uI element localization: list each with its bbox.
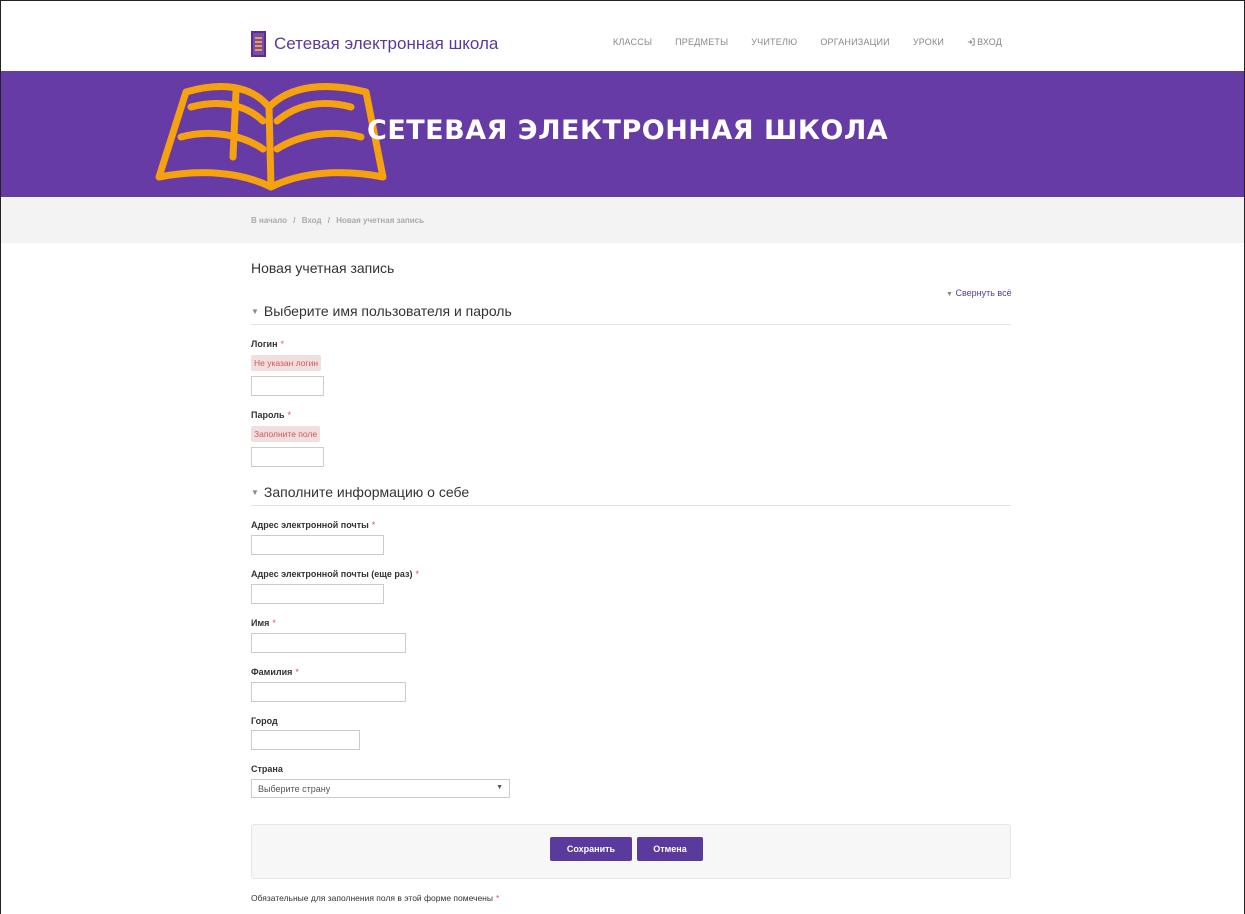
lastname-label: Фамилия * — [251, 667, 299, 677]
caret-down-icon: ▼ — [251, 487, 259, 497]
hero-banner: СЕТЕВАЯ ЭЛЕКТРОННАЯ ШКОЛА — [1, 71, 1244, 197]
login-label: ВХОД — [977, 37, 1003, 47]
nav-item-organizations[interactable]: ОРГАНИЗАЦИИ — [820, 37, 889, 47]
country-label: Страна — [251, 764, 283, 774]
open-book-icon — [155, 83, 387, 191]
firstname-input[interactable] — [251, 633, 406, 653]
firstname-label-text: Имя — [251, 618, 270, 628]
section-about-title: Заполните информацию о себе — [263, 484, 470, 500]
required-marker: * — [287, 410, 292, 420]
section-divider — [251, 505, 1011, 506]
cancel-button[interactable]: Отмена — [637, 837, 703, 861]
password-error: Заполните поле — [251, 426, 321, 442]
caret-down-icon: ▼ — [251, 306, 259, 316]
nav-item-teacher[interactable]: УЧИТЕЛЮ — [751, 37, 797, 47]
sign-in-icon — [967, 38, 975, 46]
page-title: Новая учетная запись — [251, 260, 395, 276]
caret-down-icon: ▼ — [946, 291, 953, 298]
email-repeat-label: Адрес электронной почты (еще раз) * — [251, 569, 419, 579]
save-button[interactable]: Сохранить — [550, 837, 632, 861]
email-input[interactable] — [251, 535, 384, 555]
section-credentials-title: Выберите имя пользователя и пароль — [263, 303, 512, 319]
page-frame: Сетевая электронная школа КЛАССЫ ПРЕДМЕТ… — [0, 0, 1245, 914]
section-divider — [251, 324, 1011, 325]
required-marker: * — [272, 618, 276, 628]
book-logo-icon — [251, 31, 266, 57]
required-marker: * — [415, 569, 419, 579]
collapse-all-label: Свернуть всё — [955, 288, 1012, 298]
password-label-text: Пароль — [251, 410, 285, 420]
nav-item-subjects[interactable]: ПРЕДМЕТЫ — [675, 37, 728, 47]
nav-item-lessons[interactable]: УРОКИ — [913, 37, 944, 47]
country-select[interactable]: Выберите страну ▼ — [251, 779, 510, 798]
section-credentials-header[interactable]: ▼ Выберите имя пользователя и пароль — [251, 303, 512, 319]
nav-item-classes[interactable]: КЛАССЫ — [613, 37, 652, 47]
email-repeat-label-text: Адрес электронной почты (еще раз) — [251, 569, 413, 579]
login-link[interactable]: ВХОД — [967, 37, 1002, 47]
dropdown-arrow-icon: ▼ — [496, 784, 503, 791]
password-label: Пароль * — [251, 410, 291, 420]
required-footnote-text: Обязательные для заполнения поля в этой … — [251, 893, 493, 903]
login-input[interactable] — [251, 376, 324, 396]
firstname-label: Имя * — [251, 618, 276, 628]
breadcrumb-home[interactable]: В начало — [251, 216, 287, 225]
required-marker: * — [280, 339, 285, 349]
login-label: Логин * — [251, 339, 284, 349]
required-marker: * — [495, 893, 500, 903]
email-label-text: Адрес электронной почты — [251, 520, 369, 530]
country-label-text: Страна — [251, 764, 283, 774]
breadcrumb-login[interactable]: Вход — [302, 216, 322, 225]
password-input[interactable] — [251, 447, 324, 467]
collapse-all-link[interactable]: ▼ Свернуть всё — [946, 288, 1012, 298]
lastname-input[interactable] — [251, 682, 406, 702]
city-label-text: Город — [251, 716, 278, 726]
main-menu: КЛАССЫ ПРЕДМЕТЫ УЧИТЕЛЮ ОРГАНИЗАЦИИ УРОК… — [613, 37, 1002, 47]
banner-title: СЕТЕВАЯ ЭЛЕКТРОННАЯ ШКОЛА — [367, 115, 889, 146]
login-error: Не указан логин — [251, 355, 322, 371]
site-title: Сетевая электронная школа — [274, 34, 499, 53]
site-brand[interactable]: Сетевая электронная школа — [251, 31, 498, 57]
breadcrumb-separator: / — [327, 216, 330, 225]
required-marker: * — [371, 520, 376, 530]
top-navbar: Сетевая электронная школа КЛАССЫ ПРЕДМЕТ… — [1, 1, 1244, 71]
email-label: Адрес электронной почты * — [251, 520, 375, 530]
login-label-text: Логин — [251, 339, 278, 349]
form-actions: Сохранить Отмена — [251, 824, 1011, 879]
required-footnote: Обязательные для заполнения поля в этой … — [251, 893, 499, 903]
lastname-label-text: Фамилия — [251, 667, 293, 677]
breadcrumb-separator: / — [293, 216, 296, 225]
breadcrumb-bar: В начало / Вход / Новая учетная запись — [1, 197, 1244, 243]
breadcrumb-current[interactable]: Новая учетная запись — [336, 216, 424, 225]
email-repeat-input[interactable] — [251, 584, 384, 604]
breadcrumb: В начало / Вход / Новая учетная запись — [251, 216, 428, 225]
city-label: Город — [251, 716, 278, 726]
required-marker: * — [295, 667, 299, 677]
city-input[interactable] — [251, 730, 360, 750]
country-selected-value: Выберите страну — [258, 784, 331, 794]
section-about-header[interactable]: ▼ Заполните информацию о себе — [251, 484, 469, 500]
